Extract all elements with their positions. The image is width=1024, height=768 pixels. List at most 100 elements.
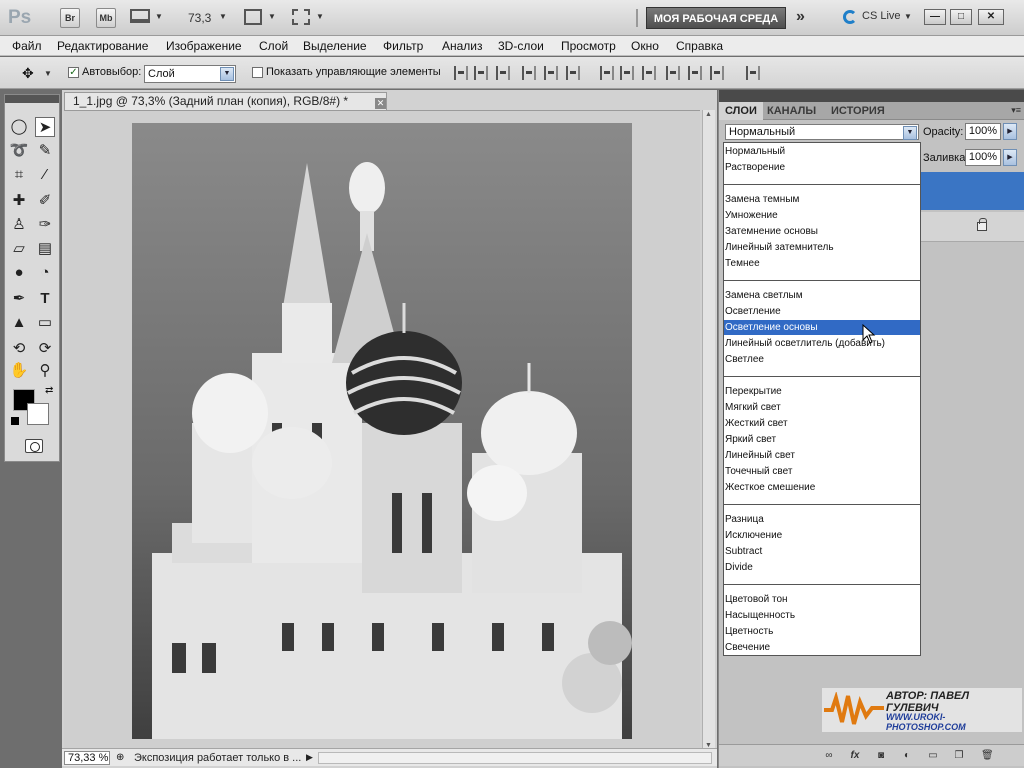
status-info-icon[interactable]: ⊕ [116,752,124,763]
zoom-level[interactable]: 73,3 [188,11,211,25]
menu-window[interactable]: Окно [631,39,659,53]
menu-analysis[interactable]: Анализ [442,39,483,53]
align-vcenter-icon[interactable] [474,66,488,80]
menu-view[interactable]: Просмотр [561,39,616,53]
blend-option[interactable]: Линейный осветлитель (добавить) [724,336,920,351]
maximize-button[interactable]: □ [950,9,972,25]
chevron-down-icon[interactable]: ▼ [219,12,227,21]
menu-filter[interactable]: Фильтр [383,39,423,53]
mini-bridge-button[interactable]: Mb [96,8,116,28]
film-strip-icon[interactable] [130,9,150,23]
blend-option[interactable]: Замена светлым [724,288,920,303]
play-arrow-icon[interactable]: ▶ [306,752,313,763]
hand-icon[interactable]: ✋ [9,361,29,381]
distribute-right-icon[interactable] [710,66,724,80]
autoselect-dropdown[interactable]: Слой ▼ [144,65,236,83]
delete-layer-icon[interactable]: 🗑 [981,750,994,762]
clone-stamp-icon[interactable]: ♙ [9,215,29,235]
menu-image[interactable]: Изображение [166,39,242,53]
path-selection-icon[interactable]: ▲ [9,313,29,333]
background-color-swatch[interactable] [27,403,49,425]
layer-row-selected[interactable] [919,172,1024,210]
blend-option[interactable]: Жесткое смешение [724,480,920,495]
menu-layer[interactable]: Слой [259,39,288,53]
arrange-documents-icon[interactable] [244,9,262,25]
blend-option[interactable]: Линейный свет [724,448,920,463]
align-hcenter-icon[interactable] [544,66,558,80]
pen-icon[interactable]: ✒ [9,289,29,309]
fx-icon[interactable]: fx [849,750,861,762]
blend-option[interactable]: Нормальный [724,144,920,159]
panel-header[interactable] [719,90,1024,102]
distribute-hcenter-icon[interactable] [688,66,702,80]
menu-help[interactable]: Справка [676,39,723,53]
type-icon[interactable]: T [35,289,55,309]
blend-option[interactable]: Темнее [724,256,920,271]
tab-channels[interactable]: КАНАЛЫ [761,102,822,120]
blend-option[interactable]: Разница [724,512,920,527]
bridge-button[interactable]: Br [60,8,80,28]
opacity-input[interactable]: 100% [965,123,1001,140]
chevron-down-icon[interactable]: ▼ [268,12,276,21]
auto-align-icon[interactable] [746,66,760,80]
double-chevron-icon[interactable]: » [796,8,805,26]
distribute-bottom-icon[interactable] [642,66,656,80]
blend-option[interactable]: Замена темным [724,192,920,207]
eyedropper-icon[interactable]: ⁄ [35,165,55,185]
crop-icon[interactable]: ⌗ [9,165,29,185]
move-tool-icon[interactable]: ➤ [35,117,55,137]
align-right-icon[interactable] [566,66,580,80]
tools-panel-header[interactable] [5,95,59,103]
move-tool-icon[interactable]: ✥ [22,65,34,82]
screen-mode-icon[interactable] [292,9,310,25]
align-bottom-icon[interactable] [496,66,510,80]
layer-row-background[interactable] [919,212,1024,242]
blur-icon[interactable]: ● [9,263,29,283]
blend-option[interactable]: Исключение [724,528,920,543]
blend-option[interactable]: Растворение [724,160,920,175]
chevron-down-icon[interactable]: ▼ [44,69,52,78]
blend-option[interactable]: Осветление [724,304,920,319]
blend-option[interactable]: Яркий свет [724,432,920,447]
distribute-top-icon[interactable] [600,66,614,80]
default-colors-icon[interactable] [11,417,19,425]
fill-input[interactable]: 100% [965,149,1001,166]
chevron-down-icon[interactable]: ▼ [155,12,163,21]
blend-option[interactable]: Умножение [724,208,920,223]
canvas-area[interactable] [64,110,700,750]
close-icon[interactable]: ✕ [375,98,386,109]
align-top-icon[interactable] [454,66,468,80]
brush-icon[interactable]: ✐ [35,191,55,211]
blend-option[interactable]: Цветность [724,624,920,639]
menu-file[interactable]: Файл [12,39,42,53]
3d-rotate-icon[interactable]: ⟲ [9,339,29,359]
3d-orbit-icon[interactable]: ⟳ [35,339,55,359]
quick-selection-icon[interactable]: ✎ [35,141,55,161]
blend-option[interactable]: Затемнение основы [724,224,920,239]
blend-option[interactable]: Мягкий свет [724,400,920,415]
blend-option[interactable]: Divide [724,560,920,575]
show-controls-checkbox[interactable] [252,67,263,78]
blend-option[interactable]: Точечный свет [724,464,920,479]
horizontal-scrollbar[interactable] [318,752,712,764]
autoselect-checkbox[interactable]: ✓ [68,67,79,78]
vertical-scrollbar[interactable] [702,110,715,750]
eraser-icon[interactable]: ▱ [9,239,29,259]
blend-mode-dropdown[interactable]: Нормальный ▼ [725,124,919,140]
chevron-down-icon[interactable]: ▼ [903,126,917,140]
document-tab[interactable]: 1_1.jpg @ 73,3% (Задний план (копия), RG… [64,92,387,110]
menu-edit[interactable]: Редактирование [57,39,148,53]
distribute-vcenter-icon[interactable] [620,66,634,80]
new-layer-icon[interactable]: ❐ [953,750,965,762]
adjustment-layer-icon[interactable]: ◐ [901,750,913,762]
blend-option[interactable]: Перекрытие [724,384,920,399]
menu-3d[interactable]: 3D-слои [498,39,544,53]
dodge-icon[interactable]: ◔ [35,263,55,283]
blend-option[interactable]: Свечение [724,640,920,655]
cs-live-button[interactable]: CS Live [862,10,901,22]
blend-option[interactable]: Линейный затемнитель [724,240,920,255]
chevron-down-icon[interactable]: ▼ [316,12,324,21]
blend-option[interactable]: Светлее [724,352,920,367]
history-brush-icon[interactable]: ✑ [35,215,55,235]
close-button[interactable]: ✕ [978,9,1004,25]
